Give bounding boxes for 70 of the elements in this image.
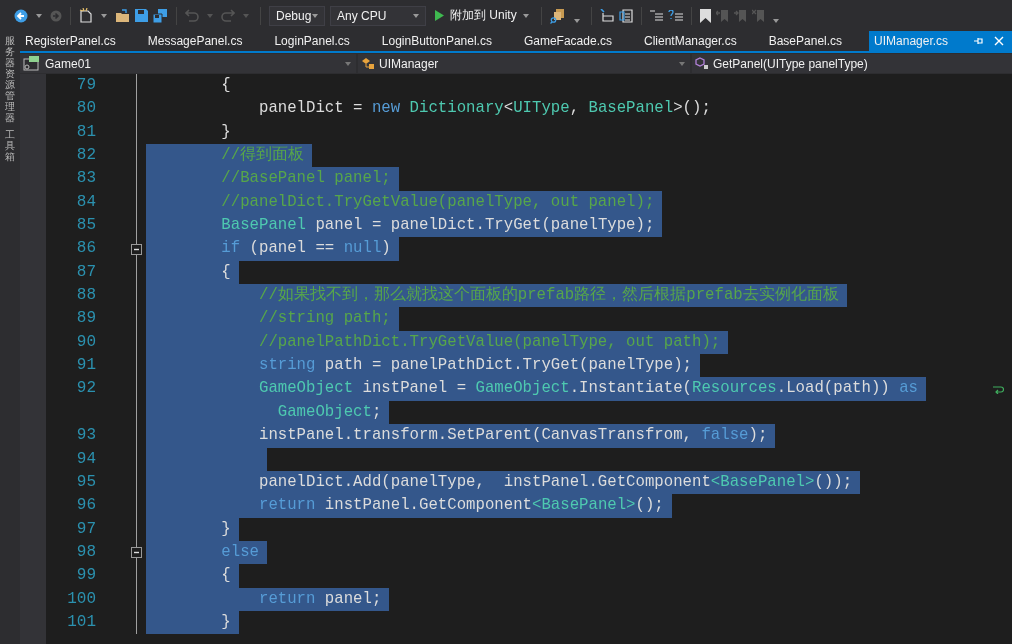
caret-icon: [312, 13, 318, 18]
pin-icon[interactable]: [974, 36, 984, 46]
line-number: 97: [76, 519, 96, 538]
code-line: panelDict = new Dictionary<UIType, BasePanel>();: [257, 98, 712, 120]
line-number: 99: [76, 566, 96, 585]
line-number: 84: [76, 192, 96, 211]
caret-icon: [679, 61, 685, 66]
configuration-dropdown[interactable]: Debug: [269, 5, 325, 26]
side-panel-tab[interactable]: 工具箱: [5, 129, 15, 162]
file-tab[interactable]: RegisterPanel.cs: [20, 31, 143, 51]
line-number: 95: [76, 472, 96, 491]
project-icon: [23, 56, 41, 71]
line-number: 92: [76, 379, 96, 398]
collapse-icon[interactable]: [131, 243, 142, 255]
caret-icon[interactable]: [36, 13, 42, 18]
method-icon: [695, 57, 709, 70]
caret-icon[interactable]: [772, 18, 779, 23]
line-number: 79: [76, 76, 96, 94]
caret-icon[interactable]: [101, 13, 107, 18]
find-in-files-icon[interactable]: [549, 7, 566, 24]
line-number: 101: [67, 612, 96, 631]
file-tab[interactable]: ClientManager.cs: [638, 31, 764, 51]
step-into-icon[interactable]: [599, 8, 614, 23]
line-number: 89: [76, 309, 96, 328]
line-number: 81: [76, 122, 96, 141]
project-dropdown[interactable]: Game01: [20, 54, 356, 73]
close-icon[interactable]: [994, 36, 1004, 46]
platform-dropdown[interactable]: Any CPU: [330, 5, 426, 26]
collapse-icon[interactable]: [131, 547, 142, 559]
file-tab[interactable]: LoginPanel.cs: [269, 31, 377, 51]
line-number: 86: [76, 239, 96, 258]
file-tab[interactable]: BasePanel.cs: [763, 31, 870, 51]
code-line: }: [220, 121, 232, 143]
line-number: 100: [67, 589, 96, 608]
uncomment-icon[interactable]: [667, 9, 683, 22]
comment-icon[interactable]: [649, 10, 663, 21]
line-number: 83: [76, 169, 96, 188]
line-number: 85: [76, 216, 96, 235]
save-all-icon[interactable]: [153, 8, 168, 23]
caret-icon: [345, 61, 351, 66]
file-tab[interactable]: MessagePanel.cs: [142, 31, 270, 51]
caret-icon: [522, 13, 529, 18]
line-number: 82: [76, 146, 96, 165]
bookmark-icon[interactable]: [699, 8, 711, 23]
code-line: {: [220, 75, 232, 96]
back-icon[interactable]: [14, 8, 28, 23]
file-tab[interactable]: GameFacade.cs: [518, 31, 639, 51]
line-number: 98: [76, 542, 96, 561]
open-folder-icon[interactable]: [115, 9, 130, 22]
play-icon: [435, 10, 444, 21]
side-panel-tab[interactable]: 服务器资源管理器: [5, 35, 15, 123]
file-tab[interactable]: UIManager.cs: [869, 31, 1012, 51]
line-number: 96: [76, 496, 96, 515]
class-dropdown[interactable]: UIManager: [358, 54, 690, 73]
start-button[interactable]: 附加到 Unity: [431, 7, 533, 24]
line-number: 87: [76, 262, 96, 281]
new-project-icon[interactable]: [79, 8, 93, 23]
caret-icon[interactable]: [573, 18, 580, 23]
line-number: 94: [76, 449, 96, 468]
line-number: 90: [76, 332, 96, 351]
line-number: 80: [76, 99, 96, 118]
caret-icon: [413, 13, 419, 18]
line-number: 91: [76, 356, 96, 375]
save-icon[interactable]: [135, 9, 148, 22]
member-dropdown[interactable]: GetPanel(UIType panelType): [692, 54, 1012, 73]
class-icon: [361, 57, 375, 70]
line-number: 93: [76, 426, 96, 445]
file-tab[interactable]: LoginButtonPanel.cs: [376, 31, 519, 51]
line-number: 88: [76, 286, 96, 305]
document-icon[interactable]: [618, 8, 633, 23]
